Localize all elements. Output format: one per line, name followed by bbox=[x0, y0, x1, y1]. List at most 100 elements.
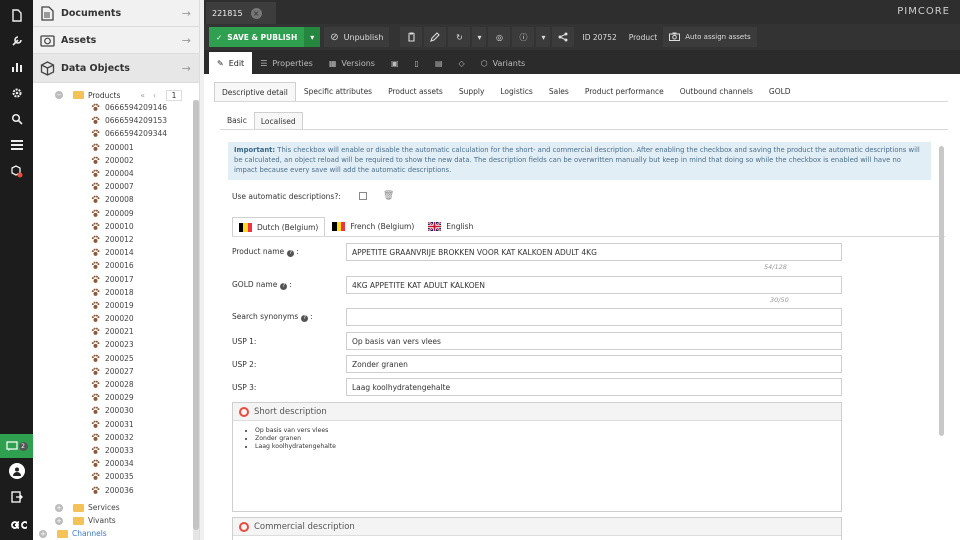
pager-first-icon[interactable]: « bbox=[140, 91, 145, 100]
search-icon[interactable] bbox=[0, 106, 33, 132]
tree-node-product[interactable]: 200029 bbox=[33, 391, 193, 404]
tab-edit[interactable]: ✎ Edit bbox=[209, 52, 253, 74]
close-icon[interactable]: × bbox=[250, 7, 262, 19]
tab-french-belgium[interactable]: French (Belgium) bbox=[325, 217, 421, 236]
tab-properties[interactable]: ☰ Properties bbox=[252, 52, 321, 74]
usp1-input[interactable]: Op basis van vers vlees bbox=[346, 332, 842, 350]
product-name-input[interactable]: APPETITE GRAANVRIJE BROKKEN VOOR KAT KAL… bbox=[346, 243, 842, 261]
tree-node-product[interactable]: 200004 bbox=[33, 167, 193, 180]
tree-node-product[interactable]: 200018 bbox=[33, 286, 193, 299]
tab-schedule[interactable]: ▣ bbox=[383, 52, 407, 74]
tab-object[interactable]: 221815 × bbox=[206, 2, 276, 24]
tree-node-services[interactable]: + Services bbox=[55, 501, 120, 514]
trash-icon[interactable] bbox=[400, 27, 423, 47]
tree-node-product[interactable]: 200019 bbox=[33, 299, 193, 312]
tab-basic[interactable]: Basic bbox=[220, 112, 254, 129]
tree-node-product[interactable]: 200031 bbox=[33, 418, 193, 431]
tree-node-product[interactable]: 200008 bbox=[33, 193, 193, 206]
tree-node-vivants[interactable]: + Vivants bbox=[55, 514, 120, 527]
usp3-input[interactable]: Laag koolhydratengehalte bbox=[346, 378, 842, 396]
tree-node-product[interactable]: 200032 bbox=[33, 431, 193, 444]
tab-english[interactable]: English bbox=[421, 217, 480, 236]
tree-node-product[interactable]: 200036 bbox=[33, 483, 193, 496]
help-icon[interactable]: ? bbox=[301, 315, 309, 322]
tree-node-product[interactable]: 200014 bbox=[33, 246, 193, 259]
arrow-right-icon[interactable]: → bbox=[182, 7, 191, 20]
auto-assign-assets-button[interactable]: Auto assign assets bbox=[663, 27, 757, 47]
wrench-icon[interactable] bbox=[0, 28, 33, 54]
tab-descriptive-detail[interactable]: Descriptive detail bbox=[214, 82, 296, 101]
tab-product-assets[interactable]: Product assets bbox=[380, 82, 451, 101]
tab-localised[interactable]: Localised bbox=[253, 112, 303, 129]
tree-node-product[interactable]: 200021 bbox=[33, 325, 193, 338]
expand-icon[interactable]: + bbox=[55, 503, 63, 512]
target-icon[interactable]: ◎ bbox=[488, 27, 511, 47]
content-scrollbar[interactable] bbox=[939, 146, 944, 436]
short-description-list[interactable]: Op basis van vers vlees Zonder granen La… bbox=[255, 427, 841, 451]
bar-chart-icon[interactable] bbox=[0, 54, 33, 80]
share-icon[interactable] bbox=[552, 27, 575, 47]
unpublish-button[interactable]: ⊘ Unpublish bbox=[324, 27, 390, 47]
tree-node-product[interactable]: 200016 bbox=[33, 259, 193, 272]
search-synonyms-input[interactable] bbox=[346, 308, 842, 326]
help-icon[interactable]: ? bbox=[280, 283, 288, 290]
info-icon[interactable]: ⓘ bbox=[512, 27, 535, 47]
tab-supply[interactable]: Supply bbox=[451, 82, 493, 101]
tab-variants[interactable]: ⬡ Variants bbox=[473, 52, 534, 74]
chevron-down-icon[interactable]: ▾ bbox=[472, 27, 487, 47]
tab-dutch-belgium[interactable]: Dutch (Belgium) bbox=[232, 217, 326, 236]
tab-notes[interactable]: ▯ bbox=[407, 52, 427, 74]
tree-node-product[interactable]: 0666594209146 bbox=[33, 101, 193, 114]
logout-icon[interactable] bbox=[0, 484, 33, 510]
tree-node-product[interactable]: 200017 bbox=[33, 272, 193, 285]
tree-node-product[interactable]: 200010 bbox=[33, 220, 193, 233]
accordion-assets[interactable]: Assets → bbox=[33, 27, 199, 54]
tree-node-product[interactable]: 200027 bbox=[33, 365, 193, 378]
pager-prev-icon[interactable]: ‹ bbox=[153, 91, 156, 100]
auto-descriptions-checkbox[interactable] bbox=[358, 192, 367, 200]
tree-node-product[interactable]: 200028 bbox=[33, 378, 193, 391]
gear-icon[interactable] bbox=[0, 80, 33, 106]
tab-tasks[interactable]: ▤ bbox=[427, 52, 451, 74]
tree-node-channels[interactable]: + Channels bbox=[39, 527, 120, 540]
tree-node-product[interactable]: 200007 bbox=[33, 180, 193, 193]
tree-node-product[interactable]: 200009 bbox=[33, 207, 193, 220]
tab-product-performance[interactable]: Product performance bbox=[577, 82, 672, 101]
expand-icon[interactable]: + bbox=[55, 516, 63, 525]
tree-node-product[interactable]: 200025 bbox=[33, 352, 193, 365]
commercial-description-editor[interactable]: Commercial description bbox=[232, 517, 842, 540]
gold-name-input[interactable]: 4KG APPETITE KAT ADULT KALKOEN bbox=[346, 276, 842, 294]
arrow-right-icon[interactable]: → bbox=[182, 34, 191, 47]
tree-node-product[interactable]: 200002 bbox=[33, 154, 193, 167]
usp2-input[interactable]: Zonder granen bbox=[346, 355, 842, 373]
user-avatar[interactable] bbox=[0, 458, 33, 484]
short-description-editor[interactable]: Short description Op basis van vers vlee… bbox=[232, 402, 842, 512]
collapse-icon[interactable]: − bbox=[55, 91, 63, 99]
tab-specific-attributes[interactable]: Specific attributes bbox=[296, 82, 380, 101]
accordion-documents[interactable]: Documents → bbox=[33, 0, 199, 27]
arrow-right-icon[interactable]: → bbox=[182, 62, 191, 75]
file-icon[interactable] bbox=[0, 2, 33, 28]
list-icon[interactable] bbox=[0, 132, 33, 158]
tree-node-product[interactable]: 200001 bbox=[33, 141, 193, 154]
pencil-icon[interactable] bbox=[424, 27, 447, 47]
tree-node-product[interactable]: 200012 bbox=[33, 233, 193, 246]
tree-node-product[interactable]: 0666594209153 bbox=[33, 114, 193, 127]
tab-logistics[interactable]: Logistics bbox=[492, 82, 540, 101]
tree-node-product[interactable]: 200020 bbox=[33, 312, 193, 325]
package-alert-icon[interactable] bbox=[0, 158, 33, 184]
tab-gold[interactable]: GOLD bbox=[761, 82, 799, 101]
tab-sales[interactable]: Sales bbox=[541, 82, 577, 101]
save-publish-button[interactable]: ✓ SAVE & PUBLISH bbox=[209, 27, 305, 47]
tree-node-product[interactable]: 0666594209344 bbox=[33, 127, 193, 140]
tab-tags[interactable]: ◇ bbox=[451, 52, 473, 74]
expand-icon[interactable]: + bbox=[39, 529, 47, 538]
tree-node-product[interactable]: 200030 bbox=[33, 404, 193, 417]
chevron-down-icon[interactable]: ▾ bbox=[536, 27, 551, 47]
tab-outbound-channels[interactable]: Outbound channels bbox=[672, 82, 761, 101]
tree-node-product[interactable]: 200035 bbox=[33, 470, 193, 483]
notifications-button[interactable]: 2 bbox=[0, 434, 33, 458]
help-icon[interactable]: ? bbox=[287, 250, 295, 257]
pager-page-input[interactable]: 1 bbox=[165, 89, 182, 101]
accordion-data-objects[interactable]: Data Objects → bbox=[33, 54, 199, 83]
